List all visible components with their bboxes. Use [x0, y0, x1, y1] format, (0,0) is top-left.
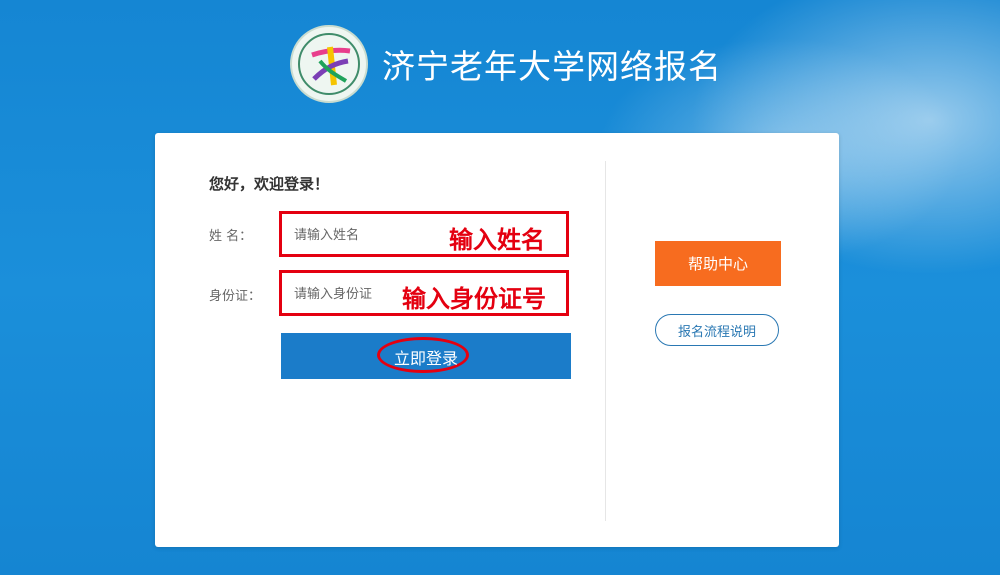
panel-divider	[605, 161, 606, 521]
help-center-button[interactable]: 帮助中心	[655, 241, 781, 286]
name-annotation: 输入姓名	[449, 226, 545, 254]
login-button-label: 立即登录	[393, 351, 458, 368]
id-field-highlight: 输入身份证号	[279, 270, 569, 316]
login-panel: 您好，欢迎登录！ 姓 名： 输入姓名 身份证： 输入身份证号 立即登录 帮助中心…	[155, 133, 839, 547]
name-input[interactable]	[292, 222, 416, 246]
greeting-text: 您好，欢迎登录！	[209, 175, 330, 193]
id-label: 身份证：	[209, 289, 262, 304]
school-emblem-icon	[290, 25, 368, 103]
login-button[interactable]: 立即登录	[281, 333, 571, 379]
id-number-input[interactable]	[292, 281, 416, 305]
site-header: 济宁老年大学网络报名	[290, 24, 722, 104]
name-field-highlight: 输入姓名	[279, 211, 569, 257]
site-title: 济宁老年大学网络报名	[382, 47, 722, 86]
registration-flow-button[interactable]: 报名流程说明	[655, 314, 779, 346]
id-annotation: 输入身份证号	[402, 285, 546, 313]
name-label: 姓 名：	[209, 229, 253, 244]
